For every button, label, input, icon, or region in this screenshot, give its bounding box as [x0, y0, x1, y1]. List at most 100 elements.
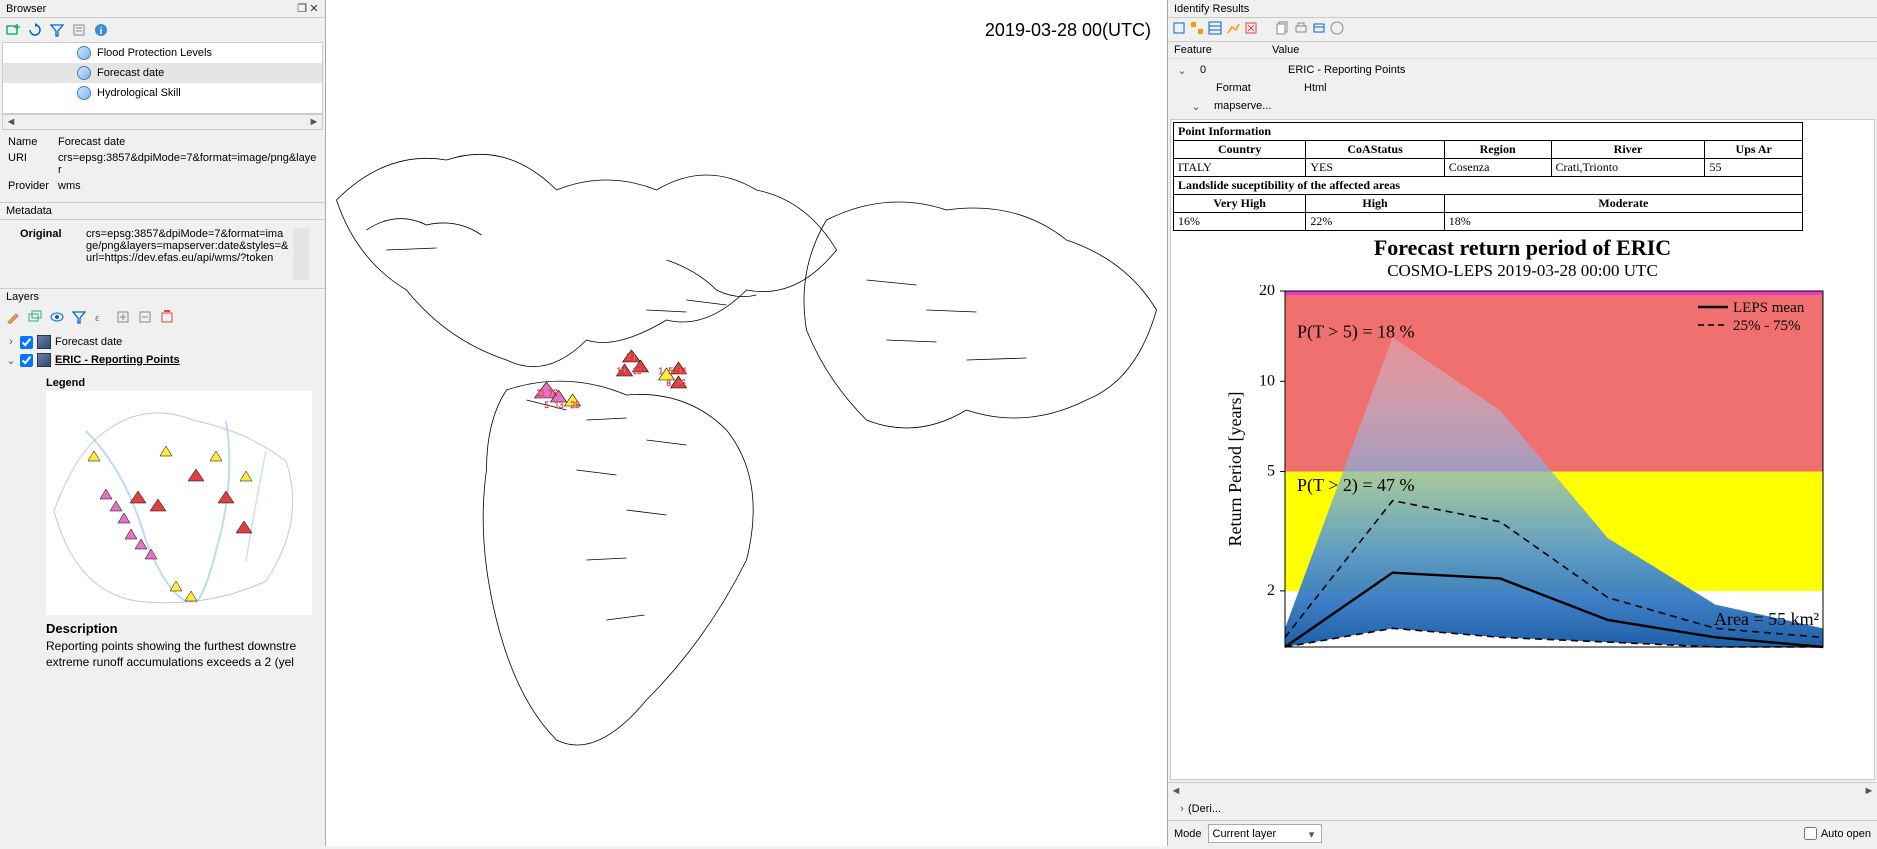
expand-all-icon[interactable]: [114, 308, 132, 326]
copy-icon[interactable]: [1276, 21, 1290, 38]
map-timestamp: 2019-03-28 00(UTC): [985, 20, 1151, 41]
tree-row[interactable]: ⌄mapserve...: [1176, 97, 1877, 115]
svg-text:i: i: [100, 26, 103, 37]
auto-open-input[interactable]: [1804, 827, 1817, 840]
svg-text:18: 18: [633, 366, 643, 376]
tree-key: 0: [1188, 64, 1288, 76]
browser-item[interactable]: Forecast date: [3, 63, 322, 83]
svg-text:Area = 55 km²: Area = 55 km²: [1713, 609, 1818, 629]
identify-tree-bottom[interactable]: ›(Deri...: [1168, 798, 1877, 820]
prop-label: URI: [8, 152, 58, 176]
prop-label: Name: [8, 136, 58, 148]
td: ITALY: [1174, 159, 1306, 177]
identify-toolbar: [1168, 18, 1877, 42]
description-title: Description: [46, 621, 315, 636]
expand-icon[interactable]: ›: [6, 336, 16, 348]
identify-columns: Feature Value: [1168, 42, 1877, 59]
browser-item[interactable]: Hydrological Skill: [3, 83, 322, 103]
scroll-right-icon[interactable]: ►: [306, 114, 322, 130]
td: 55: [1705, 159, 1803, 177]
svg-text:13: 13: [555, 400, 565, 410]
th: High: [1306, 195, 1444, 213]
view-graph-icon[interactable]: [1226, 21, 1240, 38]
collapse-icon[interactable]: [70, 21, 88, 39]
browser-h-scrollbar[interactable]: ◄►: [2, 114, 323, 130]
expand-new-icon[interactable]: [1172, 21, 1186, 38]
properties-icon[interactable]: i: [92, 21, 110, 39]
layers-tree[interactable]: › Forecast date ⌄ ERIC - Reporting Point…: [0, 329, 325, 373]
chevron-down-icon[interactable]: ⌄: [1176, 64, 1188, 77]
layer-row[interactable]: › Forecast date: [6, 333, 319, 351]
settings-icon[interactable]: [1312, 21, 1326, 38]
chart-subtitle: COSMO-LEPS 2019-03-28 00:00 UTC: [1181, 261, 1864, 281]
svg-text:P(T > 2) = 47 %: P(T > 2) = 47 %: [1297, 475, 1414, 496]
view-tree-icon[interactable]: [1190, 21, 1204, 38]
svg-text:16: 16: [677, 378, 687, 388]
refresh-icon[interactable]: [26, 21, 44, 39]
tree-row[interactable]: FormatHtml: [1176, 79, 1877, 97]
scroll-left-icon[interactable]: ◄: [1168, 785, 1184, 797]
expression-icon[interactable]: ε: [92, 308, 110, 326]
identify-tree[interactable]: ⌄0ERIC - Reporting Points FormatHtml ⌄ma…: [1168, 59, 1877, 117]
browser-item-label: Flood Protection Levels: [97, 47, 212, 59]
add-layer-icon[interactable]: [4, 21, 22, 39]
collapse-icon[interactable]: ⌄: [6, 354, 16, 367]
layer-row[interactable]: ⌄ ERIC - Reporting Points: [6, 351, 319, 369]
collapse-all-icon[interactable]: [136, 308, 154, 326]
svg-text:5: 5: [1267, 463, 1275, 480]
browser-tree[interactable]: Flood Protection Levels Forecast date Hy…: [2, 42, 323, 114]
td: Cosenza: [1444, 159, 1551, 177]
mode-combo[interactable]: Current layer▾: [1208, 824, 1322, 843]
th: Country: [1174, 141, 1306, 159]
auto-open-label: Auto open: [1821, 828, 1871, 840]
filter-legend-icon[interactable]: [70, 308, 88, 326]
td: Crati,Trionto: [1551, 159, 1705, 177]
svg-text:Return Period [years]: Return Period [years]: [1225, 392, 1245, 547]
layer-visibility-checkbox[interactable]: [20, 336, 33, 349]
globe-icon: [77, 86, 91, 100]
prop-value: Forecast date: [58, 136, 317, 148]
print-icon[interactable]: [1294, 21, 1308, 38]
layers-panel-header: Layers: [0, 288, 325, 305]
clear-results-icon[interactable]: [1244, 21, 1258, 38]
th: River: [1551, 141, 1705, 159]
tree-row[interactable]: ›(Deri...: [1176, 800, 1877, 818]
svg-text:25% - 75%: 25% - 75%: [1733, 318, 1801, 334]
layer-type-icon: [37, 335, 51, 349]
globe-icon: [77, 46, 91, 60]
manage-visibility-icon[interactable]: [48, 308, 66, 326]
scroll-left-icon[interactable]: ◄: [3, 114, 19, 130]
auto-open-checkbox[interactable]: Auto open: [1804, 827, 1871, 840]
style-icon[interactable]: [4, 308, 22, 326]
td: 18%: [1444, 213, 1802, 231]
chevron-right-icon[interactable]: ›: [1176, 803, 1188, 815]
tree-row[interactable]: ⌄0ERIC - Reporting Points: [1176, 61, 1877, 79]
add-group-icon[interactable]: [26, 308, 44, 326]
tree-value: Html: [1304, 82, 1877, 94]
close-icon[interactable]: ✕: [309, 4, 319, 14]
svg-text:5: 5: [545, 400, 550, 410]
view-table-icon[interactable]: [1208, 21, 1222, 38]
th: Moderate: [1444, 195, 1802, 213]
layer-visibility-checkbox[interactable]: [20, 354, 33, 367]
browser-toolbar: i: [0, 18, 325, 42]
undock-icon[interactable]: ❐: [297, 4, 307, 14]
browser-item[interactable]: Flood Protection Levels: [3, 43, 322, 63]
svg-text:11: 11: [679, 366, 688, 376]
chart-svg: 251020Return Period [years]P(T > 5) = 18…: [1213, 285, 1833, 655]
svg-text:1: 1: [659, 366, 664, 376]
layer-label: Forecast date: [55, 336, 122, 348]
tree-key: (Deri...: [1188, 803, 1221, 815]
map-canvas[interactable]: 1176 51328 24 1918 1511 816 2019-03-28 0…: [326, 0, 1167, 846]
tree-key: Format: [1204, 82, 1304, 94]
content-h-scrollbar[interactable]: ◄►: [1168, 782, 1877, 798]
remove-layer-icon[interactable]: [158, 308, 176, 326]
help-icon[interactable]: [1330, 21, 1344, 38]
layers-toolbar: ε: [0, 305, 325, 329]
chart-title: Forecast return period of ERIC: [1181, 235, 1864, 261]
chevron-down-icon[interactable]: ⌄: [1190, 100, 1202, 113]
prop-value: crs=epsg:3857&dpiMode=7&format=image/png…: [58, 152, 317, 176]
scroll-right-icon[interactable]: ►: [1861, 785, 1877, 797]
filter-icon[interactable]: [48, 21, 66, 39]
identify-html-content[interactable]: Point Information Country CoAStatus Regi…: [1170, 119, 1875, 780]
